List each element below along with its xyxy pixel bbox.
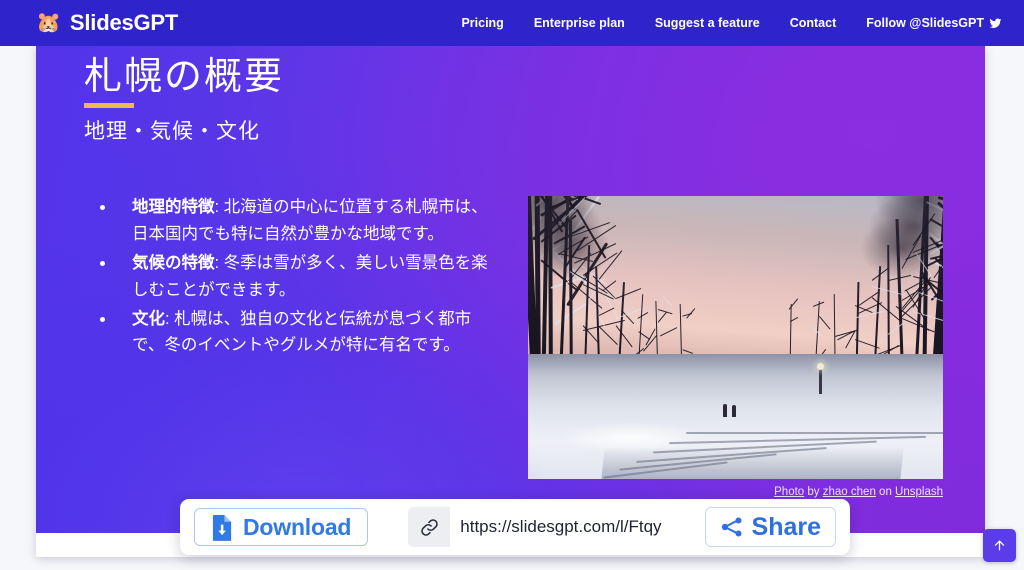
tree-branch	[598, 326, 617, 345]
nav-link-pricing[interactable]: Pricing	[461, 16, 503, 30]
share-nodes-icon	[720, 515, 744, 539]
slide-bullet-list: 地理的特徴: 北海道の中心に位置する札幌市は、日本国内でも特に自然が豊かな地域で…	[88, 194, 493, 361]
tree-branch	[593, 308, 605, 327]
winter-street-photo	[528, 196, 943, 479]
credit-on-text: on	[879, 486, 892, 498]
action-bar: Download Share	[180, 499, 850, 555]
pedestrian	[732, 405, 736, 417]
tree-branch	[819, 316, 831, 330]
slide-subtitle: 地理・気候・文化	[84, 115, 260, 145]
title-underline-rule	[84, 103, 134, 108]
tree-branch	[659, 327, 676, 336]
share-url-input[interactable]	[450, 507, 688, 547]
slide-title: 札幌の概要	[84, 52, 284, 103]
credit-by-text: by	[807, 486, 819, 498]
tree-branch	[682, 349, 693, 354]
snow-track	[686, 432, 943, 434]
credit-photo-link[interactable]: Photo	[774, 486, 804, 498]
credit-author-link[interactable]: zhao chen	[823, 486, 876, 498]
brand-group[interactable]: 🐹 SlidesGPT	[36, 10, 178, 36]
file-download-icon	[211, 514, 234, 541]
slide-canvas: 札幌の概要 地理・気候・文化 地理的特徴: 北海道の中心に位置する札幌市は、日本…	[36, 46, 985, 533]
tree-canopy	[858, 196, 943, 227]
bullet-item: 文化: 札幌は、独自の文化と伝統が息づく都市で、冬のイベントやグルメが特に有名で…	[88, 306, 493, 360]
hamster-logo-icon: 🐹	[36, 13, 61, 33]
arrow-up-icon	[992, 538, 1007, 553]
top-navbar: 🐹 SlidesGPT Pricing Enterprise plan Sugg…	[0, 0, 1024, 46]
share-label: Share	[752, 513, 821, 542]
tree-branch	[835, 330, 858, 337]
brand-title: SlidesGPT	[70, 10, 178, 36]
bullet-item: 気候の特徴: 冬季は雪が多く、美しい雪景色を楽しむことができます。	[88, 250, 493, 304]
bullet-item: 地理的特徴: 北海道の中心に位置する札幌市は、日本国内でも特に自然が豊かな地域で…	[88, 194, 493, 248]
pedestrian	[723, 404, 727, 417]
tree-branch	[598, 250, 622, 279]
share-url-group[interactable]	[408, 507, 688, 547]
tree-branch	[616, 288, 642, 299]
nav-link-suggest-a-feature[interactable]: Suggest a feature	[655, 16, 760, 30]
tree-branch	[637, 312, 648, 319]
street-lamp	[819, 368, 822, 394]
nav-links: Pricing Enterprise plan Suggest a featur…	[461, 16, 1002, 30]
twitter-bird-icon	[989, 17, 1002, 30]
credit-source-link[interactable]: Unsplash	[895, 486, 943, 498]
bullet-body: : 札幌は、独自の文化と伝統が息づく都市で、冬のイベントやグルメが特に有名です。	[132, 310, 471, 355]
tree-branch	[901, 236, 920, 269]
scroll-to-top-button[interactable]	[983, 529, 1016, 562]
nav-link-follow-twitter[interactable]: Follow @SlidesGPT	[866, 16, 1002, 30]
link-icon	[408, 507, 450, 547]
bullet-lead: 文化	[132, 310, 165, 328]
tree-branch	[657, 311, 667, 322]
download-button[interactable]: Download	[194, 508, 368, 546]
follow-label: Follow @SlidesGPT	[866, 16, 984, 30]
nav-link-contact[interactable]: Contact	[790, 16, 837, 30]
download-label: Download	[243, 514, 351, 541]
tree-canopy	[859, 196, 943, 201]
bullet-lead: 地理的特徴	[132, 198, 215, 216]
tree-branch	[662, 296, 672, 307]
slide-container[interactable]: 札幌の概要 地理・気候・文化 地理的特徴: 北海道の中心に位置する札幌市は、日本…	[36, 46, 985, 557]
slide-photo	[528, 196, 943, 479]
photo-credit: Photo by zhao chen on Unsplash	[774, 486, 943, 498]
nav-link-enterprise-plan[interactable]: Enterprise plan	[534, 16, 625, 30]
bullet-lead: 気候の特徴	[132, 254, 215, 272]
page-root: 🐹 SlidesGPT Pricing Enterprise plan Sugg…	[0, 0, 1024, 570]
share-button[interactable]: Share	[705, 507, 836, 547]
